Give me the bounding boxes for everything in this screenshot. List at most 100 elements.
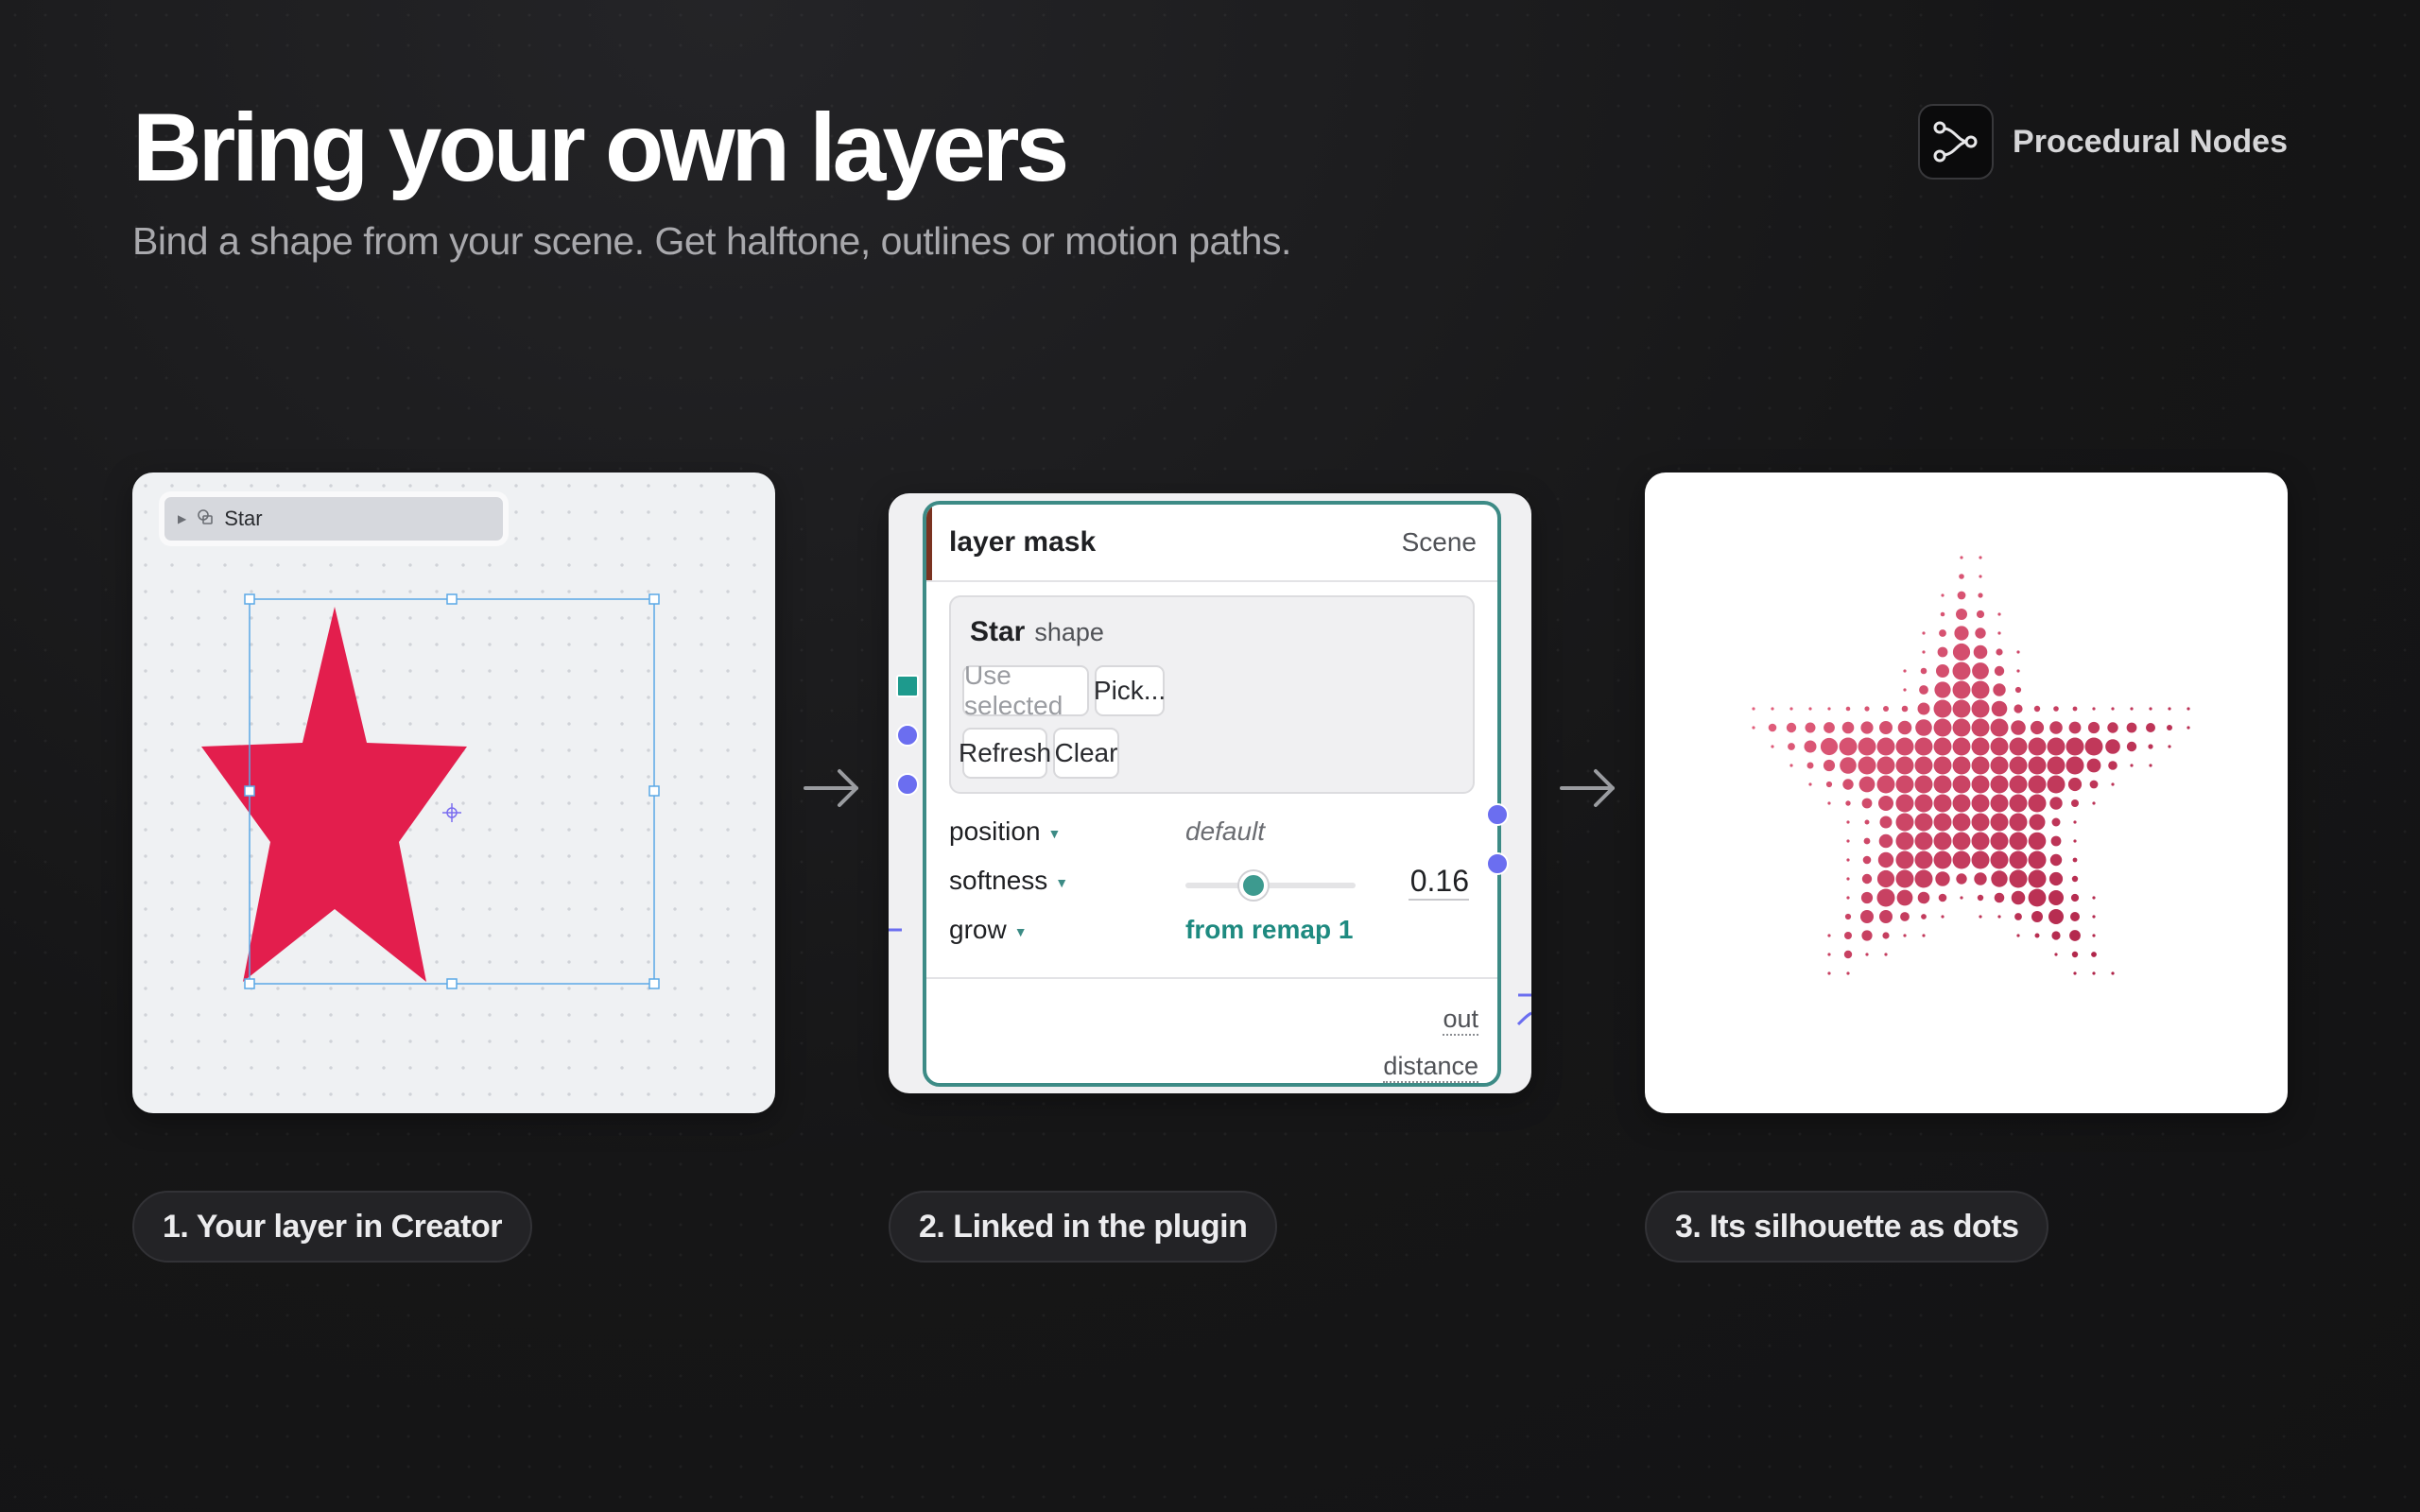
halftone-dot [2071, 799, 2079, 807]
halftone-dot [2111, 782, 2115, 786]
halftone-dot [1827, 971, 1831, 975]
node-divider [926, 977, 1497, 979]
param-position[interactable]: position ▼ [949, 816, 1061, 847]
clear-button[interactable]: Clear [1053, 728, 1119, 779]
halftone-dot [1914, 775, 1933, 794]
pivot-icon[interactable] [442, 803, 461, 822]
halftone-dot [1865, 953, 1869, 956]
softness-slider-thumb[interactable] [1239, 871, 1268, 900]
bound-shape-name: Star [970, 616, 1026, 647]
halftone-dot [1933, 756, 1952, 775]
halftone-dot [1895, 775, 1914, 794]
input-socket-position[interactable] [896, 675, 919, 697]
halftone-dot [2073, 820, 2077, 824]
halftone-dot [1991, 870, 2008, 887]
halftone-dot [1914, 794, 1933, 813]
input-socket-grow[interactable] [896, 773, 919, 796]
halftone-dot [1876, 756, 1895, 775]
halftone-dot [2092, 915, 2096, 919]
node-header[interactable]: layer mask Scene [926, 505, 1497, 582]
layer-mask-node[interactable]: layer mask Scene Star shape Use selected … [923, 501, 1501, 1087]
halftone-dot [1858, 776, 1876, 793]
halftone-dot [2030, 720, 2045, 735]
dropdown-caret-icon[interactable]: ▼ [1055, 875, 1068, 890]
output-socket-out[interactable] [1486, 803, 1509, 826]
halftone-dot [1971, 813, 1990, 832]
halftone-dot [1914, 850, 1933, 869]
halftone-dot [2016, 650, 2020, 654]
halftone-dot [1917, 702, 1930, 715]
halftone-dot [2187, 707, 2190, 711]
halftone-dot [2049, 797, 2063, 810]
refresh-button[interactable]: Refresh [959, 728, 1051, 779]
halftone-dot [1917, 891, 1930, 904]
halftone-dot [1952, 737, 1971, 756]
halftone-dot [1941, 593, 1945, 597]
halftone-dot [1940, 611, 1945, 617]
param-position-label: position [949, 816, 1041, 846]
creator-canvas[interactable]: ▶ Star [132, 472, 775, 1113]
halftone-dot [2167, 725, 2172, 730]
param-grow[interactable]: grow ▼ [949, 915, 1028, 945]
halftone-dot [1863, 837, 1871, 845]
param-grow-label: grow [949, 915, 1007, 944]
halftone-dot [1933, 737, 1952, 756]
halftone-dot [2051, 931, 2061, 940]
halftone-dot [1882, 932, 1890, 939]
star-shape[interactable] [201, 607, 467, 982]
halftone-dot [1933, 775, 1952, 794]
halftone-dot [1978, 593, 1983, 598]
param-position-value[interactable]: default [1185, 816, 1265, 847]
halftone-dot [2054, 953, 2058, 956]
halftone-dot [1846, 839, 1850, 843]
halftone-dot [1846, 858, 1850, 862]
halftone-dot [1804, 740, 1817, 753]
halftone-dot [2066, 737, 2084, 756]
output-socket-distance[interactable] [1486, 852, 1509, 875]
arrow-right-icon [1560, 769, 1615, 807]
halftone-dot [2014, 704, 2023, 713]
param-grow-link[interactable]: from remap 1 [1185, 915, 1353, 945]
halftone-dot [2087, 721, 2100, 734]
halftone-dot [2009, 756, 2028, 775]
halftone-dot [2028, 737, 2047, 756]
pick-button[interactable]: Pick... [1094, 665, 1166, 716]
brand: Procedural Nodes [1918, 104, 2288, 180]
halftone-dot [2071, 875, 2079, 883]
halftone-dot [2009, 813, 2028, 832]
halftone-dot [1971, 699, 1990, 718]
halftone-dot [1975, 627, 1986, 639]
halftone-dot [1954, 626, 1969, 641]
halftone-dot [1933, 813, 1952, 832]
output-distance-label: distance [1383, 1052, 1478, 1083]
dropdown-caret-icon[interactable]: ▼ [1014, 924, 1028, 939]
halftone-dot [2014, 913, 2022, 920]
halftone-dot [1973, 644, 1988, 660]
shape-binding-box: Star shape Use selected Pick... Refresh C… [949, 595, 1475, 794]
input-socket-softness[interactable] [896, 724, 919, 747]
halftone-dot [1957, 591, 1966, 600]
halftone-dot [2092, 934, 2096, 937]
star-shape-canvas[interactable] [132, 472, 775, 1113]
halftone-dot [1971, 850, 1990, 869]
halftone-dot [2014, 686, 2022, 694]
halftone-dot [1846, 896, 1850, 900]
halftone-dot [2092, 971, 2096, 975]
halftone-dot [1845, 800, 1851, 806]
use-selected-button[interactable]: Use selected [962, 661, 1089, 720]
bound-shape-kind: shape [1034, 618, 1104, 646]
halftone-dot [1861, 798, 1873, 809]
halftone-dot [1990, 775, 2009, 794]
softness-slider[interactable] [1185, 871, 1356, 900]
halftone-dot [1897, 720, 1912, 735]
dropdown-caret-icon[interactable]: ▼ [1048, 826, 1062, 841]
softness-value-field[interactable]: 0.16 [1409, 864, 1469, 901]
param-softness[interactable]: softness ▼ [949, 866, 1068, 896]
halftone-dot [1990, 737, 2009, 756]
halftone-dot [2072, 857, 2078, 863]
halftone-dot [1752, 707, 1755, 711]
halftone-dot [1937, 646, 1948, 658]
page-title: Bring your own layers [132, 94, 1069, 201]
halftone-dot [1936, 664, 1949, 678]
halftone-dot [1862, 855, 1872, 865]
